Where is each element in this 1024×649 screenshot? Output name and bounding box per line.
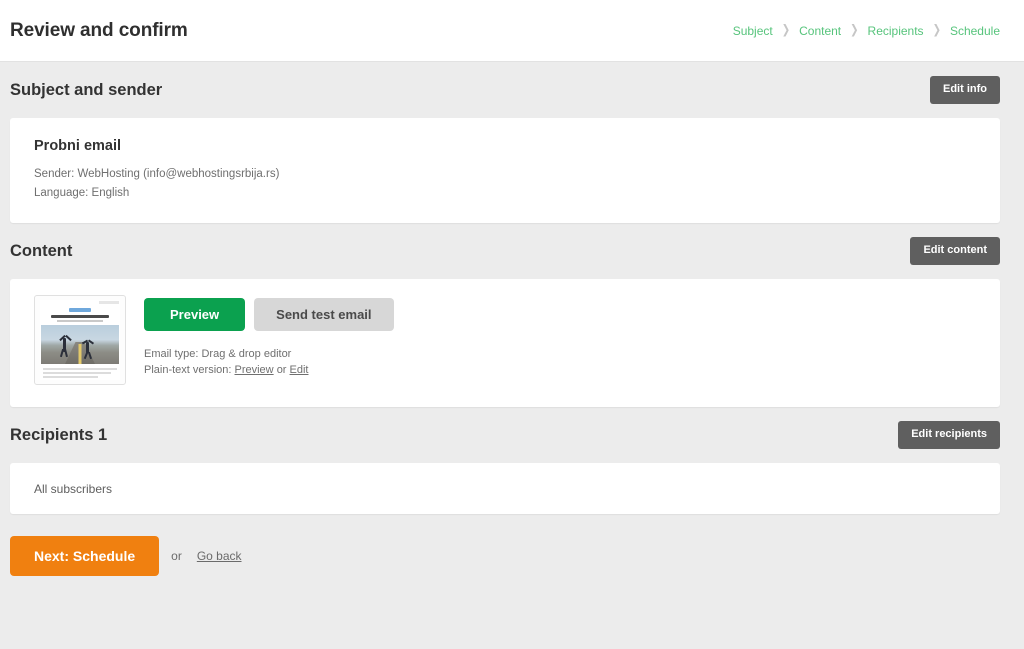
content-section-header: Content Edit content <box>10 223 1000 279</box>
thumbnail-inner <box>40 300 120 380</box>
breadcrumb: Subject ❯ Content ❯ Recipients ❯ Schedul… <box>733 24 1000 38</box>
thumbnail-topbar <box>40 300 120 306</box>
email-type-label: Email type: Drag & drop editor <box>144 348 292 360</box>
content-section-title: Content <box>10 241 73 260</box>
breadcrumb-item-schedule[interactable]: Schedule <box>950 24 1000 38</box>
thumbnail-subheadline <box>57 320 103 322</box>
photo-figure <box>64 349 69 358</box>
email-subject-value: Probni email <box>34 138 122 154</box>
preview-button[interactable]: Preview <box>144 298 246 331</box>
go-back-link[interactable]: Go back <box>197 549 242 563</box>
page-title: Review and confirm <box>10 19 188 41</box>
chevron-right-icon: ❯ <box>781 23 791 37</box>
breadcrumb-item-subject[interactable]: Subject <box>733 24 773 38</box>
recipients-section-title: Recipients 1 <box>10 425 108 444</box>
page-header: Review and confirm Subject ❯ Content ❯ R… <box>0 0 1024 62</box>
recipients-card: All subscribers <box>10 463 1000 514</box>
content-card: Preview Send test email Email type: Drag… <box>10 279 1000 407</box>
edit-content-button[interactable]: Edit content <box>910 237 1000 265</box>
breadcrumb-item-content[interactable]: Content <box>799 24 841 38</box>
email-template-thumbnail[interactable] <box>34 295 126 385</box>
subject-section-title: Subject and sender <box>10 80 163 99</box>
thumbnail-body-text <box>43 368 117 380</box>
thumbnail-logo <box>69 308 91 312</box>
thumbnail-headline <box>51 314 109 319</box>
breadcrumb-item-recipients[interactable]: Recipients <box>868 24 924 38</box>
plain-text-edit-link[interactable]: Edit <box>290 364 309 376</box>
recipients-section-header: Recipients 1 Edit recipients <box>10 407 1000 463</box>
sender-value: Sender: WebHosting (info@webhostingsrbij… <box>34 168 280 180</box>
photo-figure <box>65 334 72 341</box>
subject-card: Probni email Sender: WebHosting (info@we… <box>10 118 1000 223</box>
footer-actions: Next: Schedule or Go back <box>10 514 1000 576</box>
chevron-right-icon: ❯ <box>850 23 859 37</box>
content-meta: Email type: Drag & drop editor Plain-tex… <box>144 347 394 378</box>
or-label: or <box>171 549 182 563</box>
edit-recipients-button[interactable]: Edit recipients <box>898 421 1000 449</box>
thumbnail-photo <box>41 324 119 365</box>
language-value: Language: English <box>34 187 130 199</box>
plain-text-line: Plain-text version: Preview or Edit <box>144 363 394 379</box>
main-content: Subject and sender Edit info Probni emai… <box>0 62 1024 576</box>
chevron-right-icon: ❯ <box>932 23 941 37</box>
content-details: Preview Send test email Email type: Drag… <box>144 295 394 378</box>
recipients-list-value: All subscribers <box>34 481 113 496</box>
plain-text-or: or <box>276 363 287 376</box>
edit-info-button[interactable]: Edit info <box>930 76 1000 104</box>
content-button-row: Preview Send test email <box>144 298 394 331</box>
next-schedule-button[interactable]: Next: Schedule <box>10 536 160 576</box>
photo-road-stripe <box>78 344 82 365</box>
send-test-email-button[interactable]: Send test email <box>254 298 394 331</box>
plain-text-label: Plain-text version: <box>144 363 232 376</box>
plain-text-preview-link[interactable]: Preview <box>235 364 274 376</box>
subject-section-header: Subject and sender Edit info <box>10 62 1000 118</box>
